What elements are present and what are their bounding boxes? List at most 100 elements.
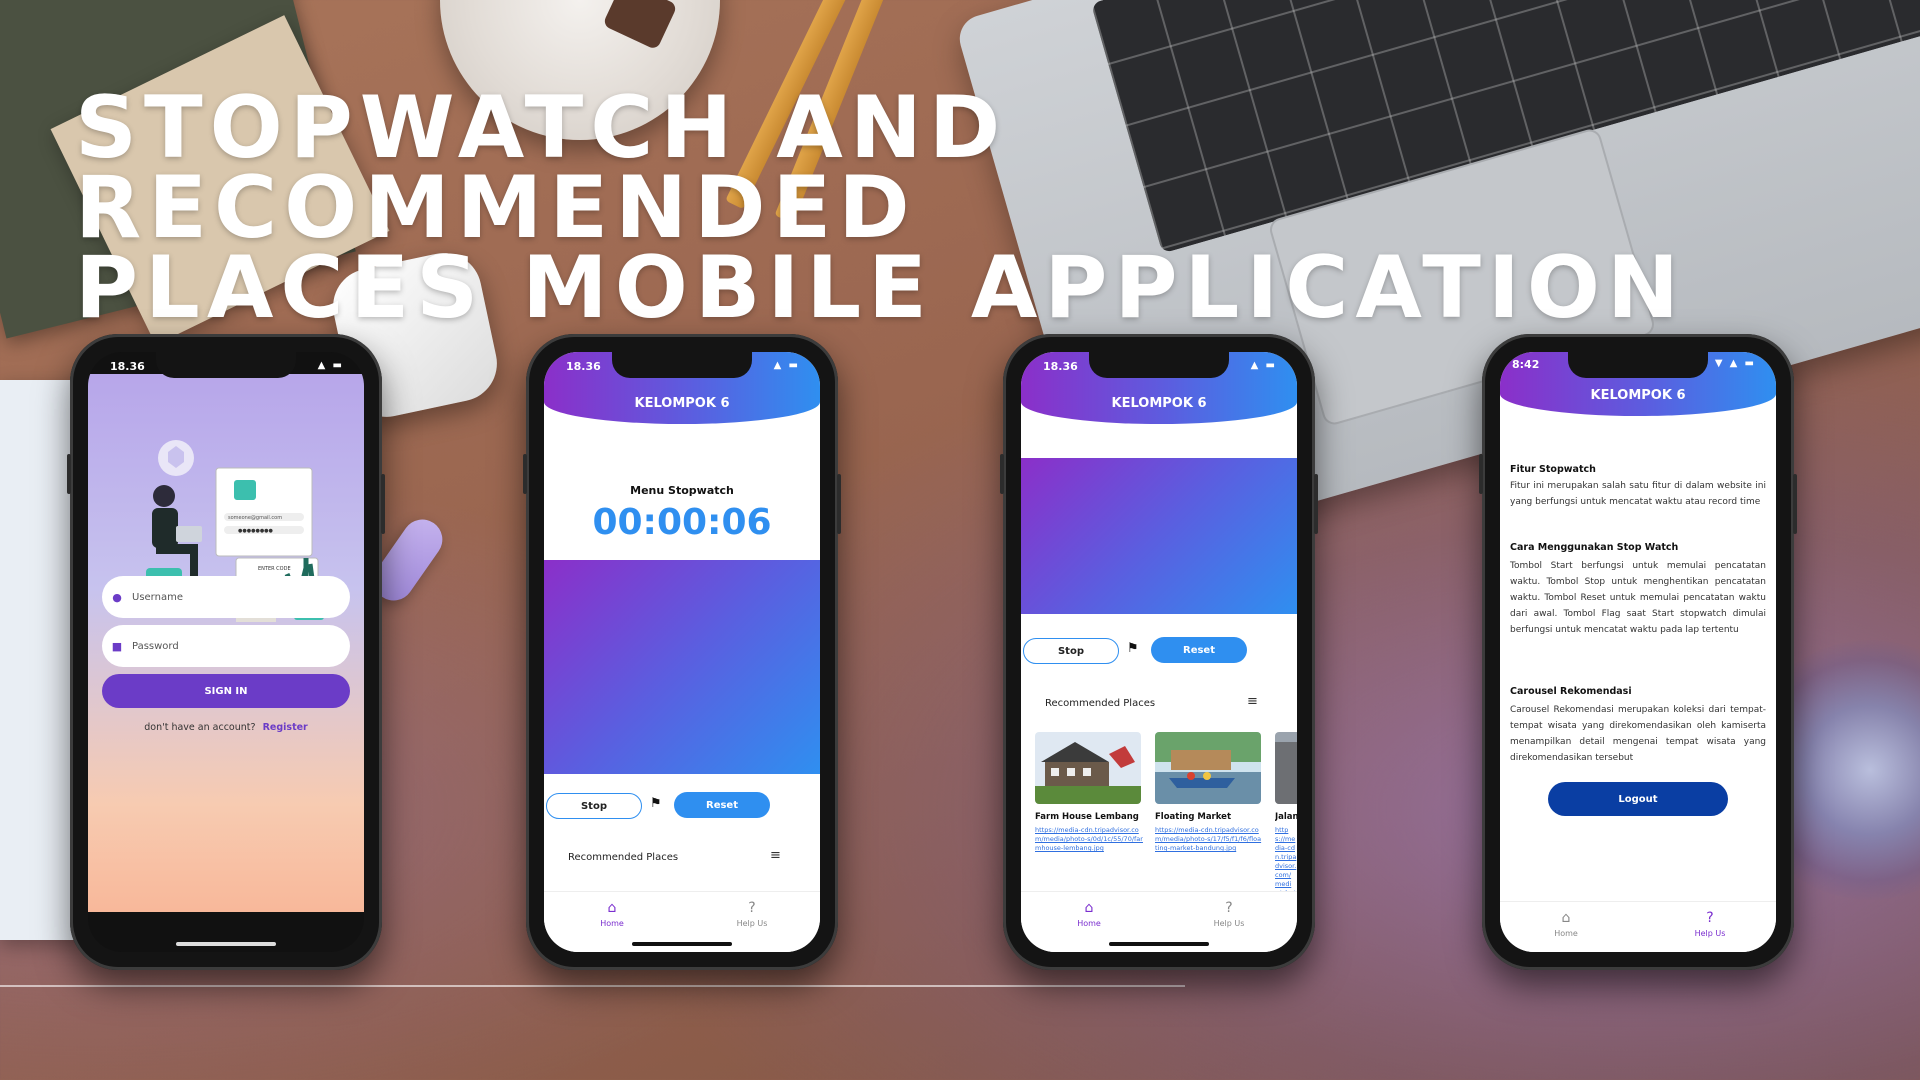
logout-button[interactable]: Logout [1548, 782, 1728, 816]
filter-icon[interactable]: ≡ [770, 848, 781, 863]
place-name: Floating Market [1155, 812, 1232, 822]
flag-icon[interactable]: ⚑ [650, 796, 662, 811]
reset-button[interactable]: Reset [1151, 637, 1247, 663]
place-card[interactable]: Floating Market https://media-cdn.tripad… [1155, 732, 1263, 853]
password-placeholder: Password [132, 640, 179, 652]
no-account-text: don't have an account? [144, 722, 256, 733]
power-button [837, 474, 841, 534]
stopwatch-banner [544, 560, 820, 774]
status-icons: ▲ ▬ [773, 360, 800, 371]
nav-home-label: Home [600, 919, 624, 928]
password-field[interactable]: ■ Password [102, 625, 350, 667]
nav-home-label: Home [1554, 929, 1578, 938]
title-line-2: PLACES MOBILE APPLICATION [75, 238, 1687, 338]
home-icon: ⌂ [607, 900, 617, 916]
place-card[interactable]: Jalan https://media-cdn.tripadvisor.com/… [1275, 732, 1297, 916]
status-time: 18.36 [1043, 360, 1078, 373]
place-url[interactable]: https://media-cdn.tripadvisor.com/media/… [1035, 826, 1143, 853]
volume-button [1479, 454, 1483, 494]
title-line-1: STOPWATCH AND RECOMMENDED [75, 78, 1008, 258]
illustration-email: someone@gmail.com [228, 515, 282, 521]
place-image [1275, 732, 1297, 804]
filter-icon[interactable]: ≡ [1247, 694, 1258, 709]
section-title: Cara Menggunakan Stop Watch [1510, 542, 1679, 553]
nav-help-label: Help Us [1694, 929, 1726, 938]
bottom-nav: ⌂ Home ? Help Us [1500, 901, 1776, 952]
home-indicator [176, 942, 276, 946]
illustration-enter-code: ENTER CODE [258, 566, 291, 572]
flag-icon[interactable]: ⚑ [1127, 641, 1139, 656]
place-url[interactable]: https://media-cdn.tripadvisor.com/media/… [1155, 826, 1263, 853]
status-icons: ▼ ▲ ▬ [1714, 358, 1756, 369]
stopwatch-label: Menu Stopwatch [630, 484, 734, 497]
stopwatch-time: 00:00:06 [592, 502, 772, 543]
status-time: 18.36 [110, 360, 145, 373]
phone-stopwatch: 18.36 ▲ ▬ KELOMPOK 6 Menu Stopwatch 00:0… [523, 334, 841, 970]
header-title: KELOMPOK 6 [1111, 396, 1207, 411]
nav-help[interactable]: ? Help Us [712, 900, 792, 928]
status-time: 8:42 [1512, 358, 1540, 371]
lock-icon: ■ [111, 639, 123, 653]
username-field[interactable]: ● Username [102, 576, 350, 618]
volume-button [67, 454, 71, 494]
register-link[interactable]: Register [263, 722, 308, 733]
status-time: 18.36 [566, 360, 601, 373]
home-indicator [632, 942, 732, 946]
recommended-label: Recommended Places [1045, 698, 1156, 709]
nav-help-label: Help Us [1213, 919, 1245, 928]
power-button [1314, 474, 1318, 534]
volume-button [523, 454, 527, 494]
place-image [1035, 732, 1141, 804]
section-text: Carousel Rekomendasi merupakan koleksi d… [1510, 705, 1766, 763]
user-icon: ● [112, 590, 122, 604]
stopwatch-screen: 18.36 ▲ ▬ KELOMPOK 6 Menu Stopwatch 00:0… [544, 352, 820, 952]
home-indicator [1109, 942, 1209, 946]
place-name: Farm House Lembang [1035, 812, 1139, 822]
phone-login: 18.36 ▲ ▬ someone@gmail.com ●●●●●●●● ENT… [67, 334, 385, 970]
nav-home[interactable]: ⌂ Home [1526, 910, 1606, 938]
power-button [381, 474, 385, 534]
stop-button[interactable]: Stop [1023, 638, 1119, 664]
volume-button [1000, 454, 1004, 494]
notch [1568, 352, 1708, 378]
reset-button[interactable]: Reset [674, 792, 770, 818]
section-title: Fitur Stopwatch [1510, 464, 1596, 475]
nav-home-label: Home [1077, 919, 1101, 928]
username-placeholder: Username [132, 591, 183, 603]
page-title: STOPWATCH AND RECOMMENDED PLACES MOBILE … [75, 78, 1835, 338]
stop-button[interactable]: Stop [546, 793, 642, 819]
nav-help-label: Help Us [736, 919, 768, 928]
place-name: Jalan [1275, 812, 1297, 822]
notch [156, 352, 296, 378]
section-title: Carousel Rekomendasi [1510, 686, 1632, 697]
divider-line [0, 985, 1185, 987]
sign-in-button[interactable]: SIGN IN [102, 674, 350, 708]
login-screen: 18.36 ▲ ▬ someone@gmail.com ●●●●●●●● ENT… [88, 352, 364, 952]
recommended-label: Recommended Places [568, 852, 679, 863]
header-title: KELOMPOK 6 [1590, 388, 1686, 403]
help-screen: 8:42 ▼ ▲ ▬ KELOMPOK 6 Fitur Stopwatch Fi… [1500, 352, 1776, 952]
header-title: KELOMPOK 6 [634, 396, 730, 411]
phone-help: 8:42 ▼ ▲ ▬ KELOMPOK 6 Fitur Stopwatch Fi… [1479, 334, 1797, 970]
illustration-password: ●●●●●●●● [238, 528, 274, 534]
notch [1089, 352, 1229, 378]
home-icon: ⌂ [1084, 900, 1094, 916]
register-row: don't have an account? Register [88, 722, 364, 733]
place-card[interactable]: Farm House Lembang https://media-cdn.tri… [1035, 732, 1143, 853]
nav-help[interactable]: ? Help Us [1189, 900, 1269, 928]
section-text: Tombol Start berfungsi untuk memulai pen… [1510, 561, 1766, 635]
help-icon: ? [1706, 910, 1714, 926]
place-image [1155, 732, 1261, 804]
stopwatch-banner [1021, 458, 1297, 614]
section-text: Fitur ini merupakan salah satu fitur di … [1510, 481, 1766, 507]
nav-help[interactable]: ? Help Us [1670, 910, 1750, 938]
status-icons: ▲ ▬ [317, 360, 344, 371]
nav-home[interactable]: ⌂ Home [1049, 900, 1129, 928]
nav-home[interactable]: ⌂ Home [572, 900, 652, 928]
help-icon: ? [748, 900, 756, 916]
notch [612, 352, 752, 378]
power-button [1793, 474, 1797, 534]
places-screen: 18.36 ▲ ▬ KELOMPOK 6 Stop ⚑ Reset Recomm… [1021, 352, 1297, 952]
phone-places: 18.36 ▲ ▬ KELOMPOK 6 Stop ⚑ Reset Recomm… [1000, 334, 1318, 970]
home-icon: ⌂ [1561, 910, 1571, 926]
